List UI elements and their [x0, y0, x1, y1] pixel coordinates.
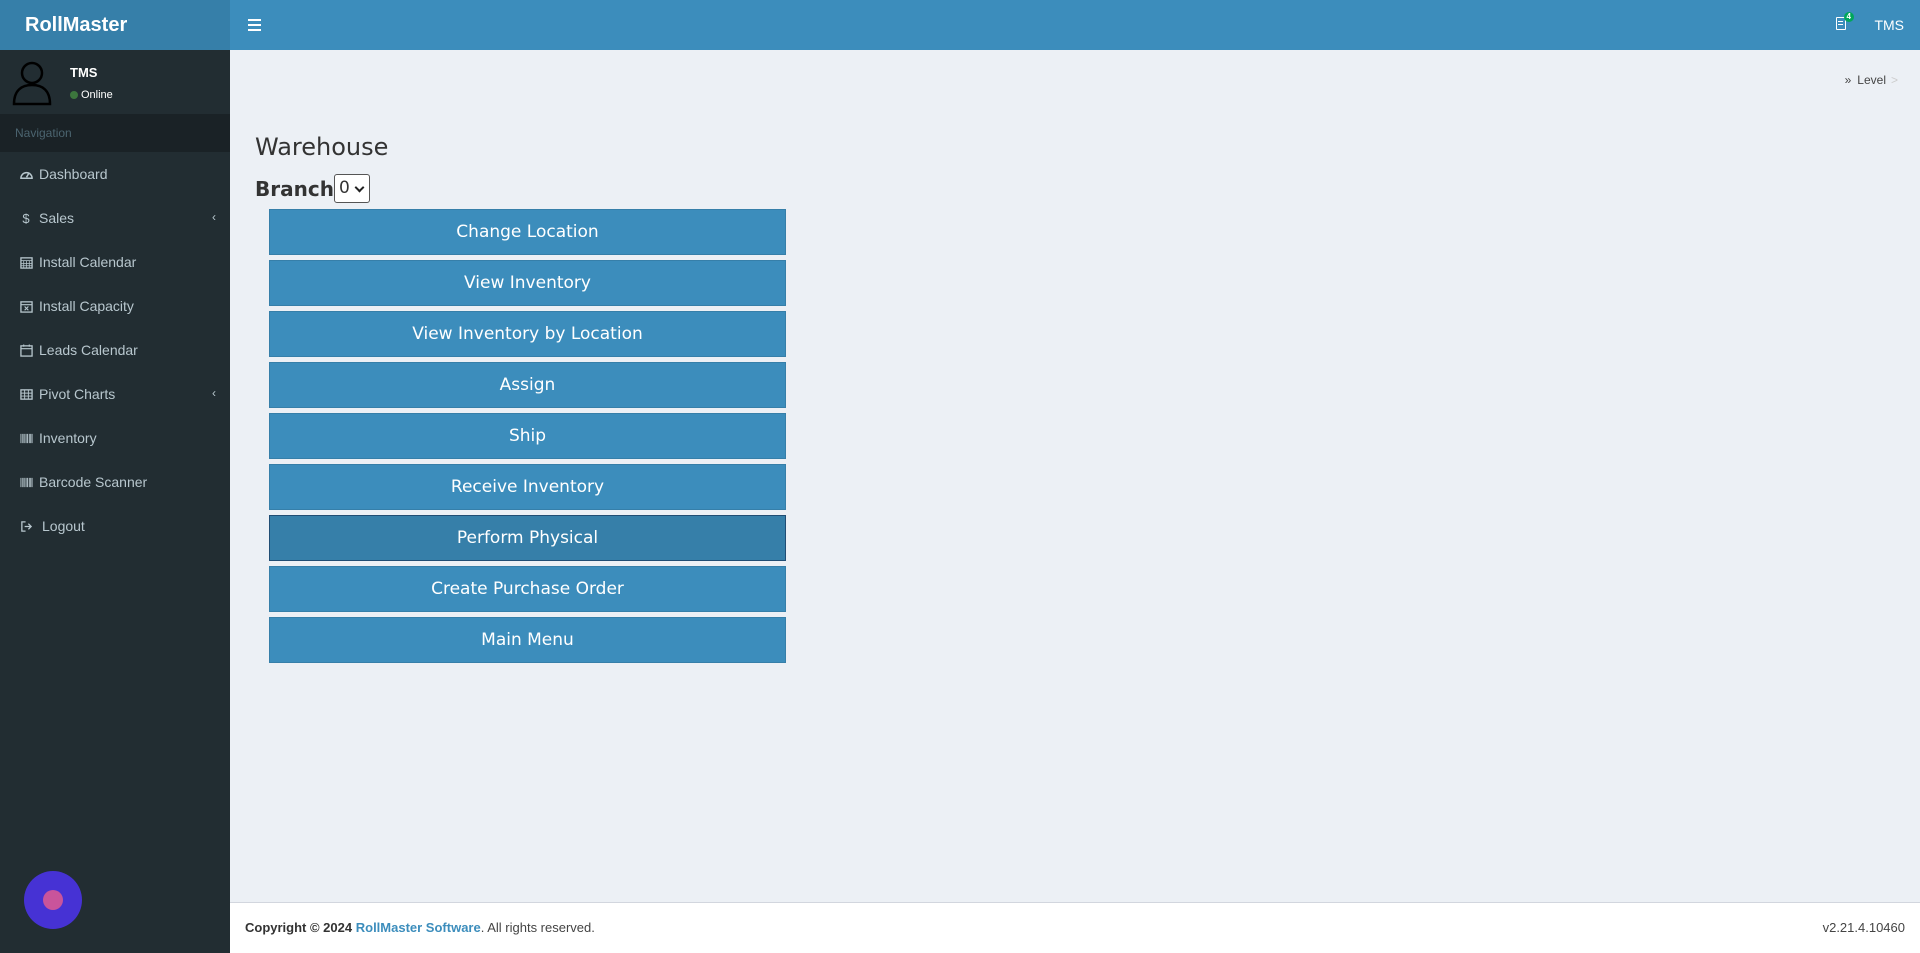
sidebar-item-label: Pivot Charts [39, 386, 116, 402]
view-inventory-by-location-button[interactable]: View Inventory by Location [269, 311, 786, 357]
ship-button[interactable]: Ship [269, 413, 786, 459]
page-title: Warehouse [255, 133, 389, 161]
dollar-icon: $ [22, 210, 30, 226]
branch-select-value: 0 [338, 178, 350, 198]
sidebar: TMS Online Navigation Dashboard $ Sales … [0, 50, 230, 953]
chat-icon [43, 890, 63, 910]
branch-label: Branch [255, 176, 334, 201]
online-status-icon [70, 91, 78, 99]
notifications-button[interactable]: 4 [1830, 12, 1854, 38]
sidebar-item-label: Barcode Scanner [39, 474, 148, 490]
receive-inventory-button[interactable]: Receive Inventory [269, 464, 786, 510]
nav-header: Navigation [0, 114, 230, 152]
app-logo[interactable]: RollMaster [0, 0, 230, 50]
status-text: Online [81, 89, 113, 101]
breadcrumb: » Level > [1845, 73, 1898, 87]
sidebar-item-install-calendar[interactable]: Install Calendar [0, 240, 230, 284]
dashboard-icon [19, 167, 33, 181]
copyright-text: Copyright © 2024 [245, 920, 353, 935]
user-status[interactable]: Online [70, 89, 113, 101]
chevron-left-icon: ‹ [212, 210, 216, 224]
footer: Copyright © 2024 RollMaster Software. Al… [230, 902, 1920, 953]
notification-badge: 4 [1843, 12, 1854, 22]
version-text: v2.21.4.10460 [1822, 920, 1905, 935]
sidebar-item-barcode-scanner[interactable]: Barcode Scanner [0, 460, 230, 504]
create-purchase-order-button[interactable]: Create Purchase Order [269, 566, 786, 612]
change-location-button[interactable]: Change Location [269, 209, 786, 255]
user-panel: TMS Online [0, 50, 230, 114]
perform-physical-button[interactable]: Perform Physical [269, 515, 786, 561]
sidebar-item-leads-calendar[interactable]: Leads Calendar [0, 328, 230, 372]
calendar-icon [19, 255, 33, 269]
sidebar-item-label: Inventory [39, 430, 97, 446]
sidebar-item-label: Install Calendar [39, 254, 137, 270]
user-avatar-icon [12, 61, 52, 106]
calendar-o-icon [19, 343, 33, 357]
barcode-icon [19, 475, 33, 489]
sidebar-item-pivot-charts[interactable]: Pivot Charts ‹ [0, 372, 230, 416]
sidebar-item-label: Logout [42, 518, 85, 534]
sidebar-item-sales[interactable]: $ Sales ‹ [0, 196, 230, 240]
rights-text: . All rights reserved. [480, 920, 595, 935]
sidebar-item-install-capacity[interactable]: Install Capacity [0, 284, 230, 328]
sidebar-item-logout[interactable]: Logout [0, 504, 230, 548]
sidebar-item-label: Leads Calendar [39, 342, 138, 358]
sidebar-item-label: Dashboard [39, 166, 108, 182]
assign-button[interactable]: Assign [269, 362, 786, 408]
view-inventory-button[interactable]: View Inventory [269, 260, 786, 306]
sidebar-item-label: Sales [39, 210, 75, 226]
table-icon [19, 387, 33, 401]
sidebar-item-inventory[interactable]: Inventory [0, 416, 230, 460]
branch-select[interactable]: 0 [333, 174, 370, 203]
angle-double-right-icon: » [1844, 73, 1852, 87]
chevron-left-icon: ‹ [212, 386, 216, 400]
breadcrumb-level[interactable]: Level [1857, 73, 1886, 87]
sidebar-toggle-icon[interactable] [244, 15, 266, 35]
calendar-x-icon [19, 299, 33, 313]
barcode-icon [19, 431, 33, 445]
breadcrumb-separator: > [1890, 73, 1898, 87]
branch-row: Branch 0 [255, 174, 370, 203]
sign-out-icon [19, 519, 33, 533]
sidebar-user-name: TMS [70, 65, 98, 80]
sidebar-item-label: Install Capacity [39, 298, 134, 314]
brand-link[interactable]: RollMaster Software [356, 920, 481, 935]
sidebar-item-dashboard[interactable]: Dashboard [0, 152, 230, 196]
main-menu-button[interactable]: Main Menu [269, 617, 786, 663]
chat-widget-button[interactable] [24, 871, 82, 929]
user-menu[interactable]: TMS [1874, 0, 1904, 50]
top-navbar: 4 TMS [230, 0, 1920, 50]
